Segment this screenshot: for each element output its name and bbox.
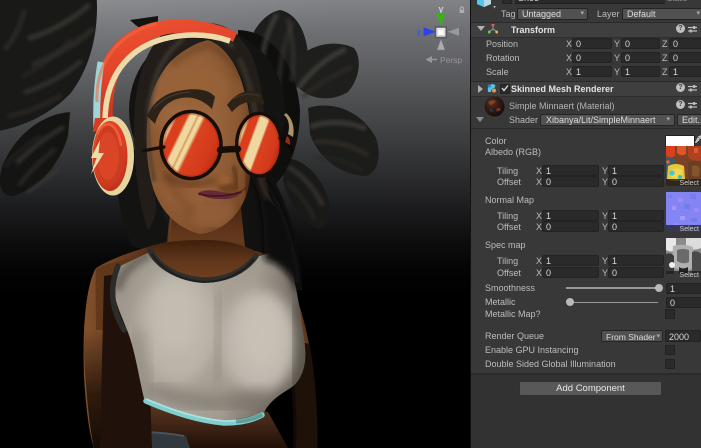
svg-text:Select: Select (680, 272, 700, 278)
svg-text:z: z (417, 28, 422, 38)
svg-text:Select: Select (680, 226, 700, 232)
svg-text:y: y (438, 4, 443, 14)
svg-text:Persp: Persp (440, 55, 462, 65)
svg-text:Select: Select (680, 180, 700, 186)
